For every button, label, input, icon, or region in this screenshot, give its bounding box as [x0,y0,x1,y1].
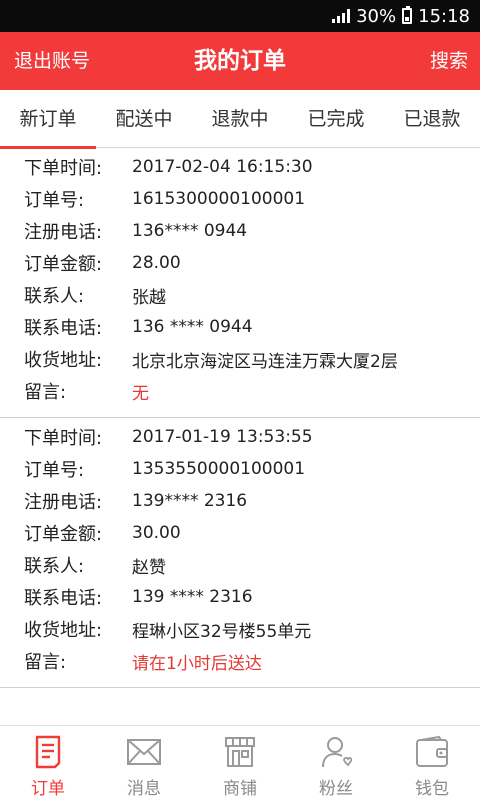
nav-fans-label: 粉丝 [319,779,353,799]
message-value: 无 [132,383,149,404]
tab-completed[interactable]: 已完成 [288,90,384,148]
contact-phone-value[interactable]: 136 **** 0944 [132,317,253,337]
contact-row: 联系人: 张越 [24,279,480,311]
message-icon [126,734,162,770]
message-value: 请在1小时后送达 [132,653,262,674]
nav-messages-label: 消息 [127,779,161,799]
reg-phone-row: 注册电话: 139**** 2316 [24,485,480,517]
tab-new-orders[interactable]: 新订单 [0,90,96,149]
reg-phone-value: 139**** 2316 [132,491,248,511]
bottom-nav: 订单 消息 商铺 粉丝 钱包 [0,725,480,800]
order-time-row: 下单时间: 2017-01-19 13:53:55 [24,421,480,453]
logout-button[interactable]: 退出账号 [14,32,90,90]
search-button[interactable]: 搜索 [430,32,468,90]
contact-value: 张越 [132,287,166,308]
amount-value: 30.00 [132,523,181,543]
shop-icon [222,734,258,770]
nav-shop[interactable]: 商铺 [192,726,288,800]
clock: 15:18 [418,5,470,27]
battery-icon [402,6,413,24]
tab-refunded[interactable]: 已退款 [384,90,480,148]
message-row: 留言: 无 [24,375,480,407]
address-row: 收货地址: 程琳小区32号楼55单元 [24,613,480,645]
address-label: 收货地址: [24,350,103,371]
nav-shop-label: 商铺 [223,779,257,799]
nav-wallet[interactable]: 钱包 [384,726,480,800]
order-card[interactable]: 下单时间: 2017-02-04 16:15:30 订单号: 161530000… [0,148,480,418]
status-bar: 30% 15:18 [0,0,480,32]
contact-label: 联系人: [24,286,85,307]
signal-icon [332,9,351,23]
order-time-label: 下单时间: [24,158,103,179]
order-no-value: 1615300000100001 [132,189,306,209]
address-value: 北京北京海淀区马连洼万霖大厦2层 [132,351,398,372]
message-label: 留言: [24,382,67,403]
order-time-value: 2017-02-04 16:15:30 [132,157,313,177]
message-label: 留言: [24,652,67,673]
contact-phone-label: 联系电话: [24,588,103,609]
order-no-row: 订单号: 1615300000100001 [24,183,480,215]
order-time-value: 2017-01-19 13:53:55 [132,427,313,447]
contact-row: 联系人: 赵赞 [24,549,480,581]
order-no-label: 订单号: [24,190,85,211]
order-no-value: 1353550000100001 [132,459,306,479]
contact-value: 赵赞 [132,557,166,578]
amount-row: 订单金额: 28.00 [24,247,480,279]
wallet-icon [414,734,450,770]
reg-phone-row: 注册电话: 136**** 0944 [24,215,480,247]
reg-phone-label: 注册电话: [24,492,103,513]
reg-phone-label: 注册电话: [24,222,103,243]
tab-delivering[interactable]: 配送中 [96,90,192,148]
battery-percent: 30% [356,5,397,27]
amount-label: 订单金额: [24,254,103,275]
nav-messages[interactable]: 消息 [96,726,192,800]
status-bar-right: 30% 15:18 [332,0,470,32]
amount-value: 28.00 [132,253,181,273]
contact-label: 联系人: [24,556,85,577]
contact-phone-row: 联系电话: 139 **** 2316 [24,581,480,613]
order-card[interactable]: 下单时间: 2017-01-19 13:53:55 订单号: 135355000… [0,418,480,688]
nav-wallet-label: 钱包 [415,779,449,799]
app-header: 退出账号 我的订单 搜索 [0,32,480,90]
order-no-row: 订单号: 1353550000100001 [24,453,480,485]
order-time-label: 下单时间: [24,428,103,449]
contact-phone-row: 联系电话: 136 **** 0944 [24,311,480,343]
amount-row: 订单金额: 30.00 [24,517,480,549]
order-list: 下单时间: 2017-02-04 16:15:30 订单号: 161530000… [0,148,480,688]
nav-orders[interactable]: 订单 [0,726,96,800]
order-icon [30,734,66,770]
fans-icon [318,734,354,770]
contact-phone-value[interactable]: 139 **** 2316 [132,587,253,607]
order-no-label: 订单号: [24,460,85,481]
address-value: 程琳小区32号楼55单元 [132,621,312,642]
address-row: 收货地址: 北京北京海淀区马连洼万霖大厦2层 [24,343,480,375]
nav-orders-label: 订单 [31,779,65,799]
reg-phone-value: 136**** 0944 [132,221,248,241]
contact-phone-label: 联系电话: [24,318,103,339]
tab-refunding[interactable]: 退款中 [192,90,288,148]
nav-fans[interactable]: 粉丝 [288,726,384,800]
order-tabs: 新订单 配送中 退款中 已完成 已退款 [0,90,480,149]
amount-label: 订单金额: [24,524,103,545]
message-row: 留言: 请在1小时后送达 [24,645,480,677]
address-label: 收货地址: [24,620,103,641]
order-time-row: 下单时间: 2017-02-04 16:15:30 [24,151,480,183]
